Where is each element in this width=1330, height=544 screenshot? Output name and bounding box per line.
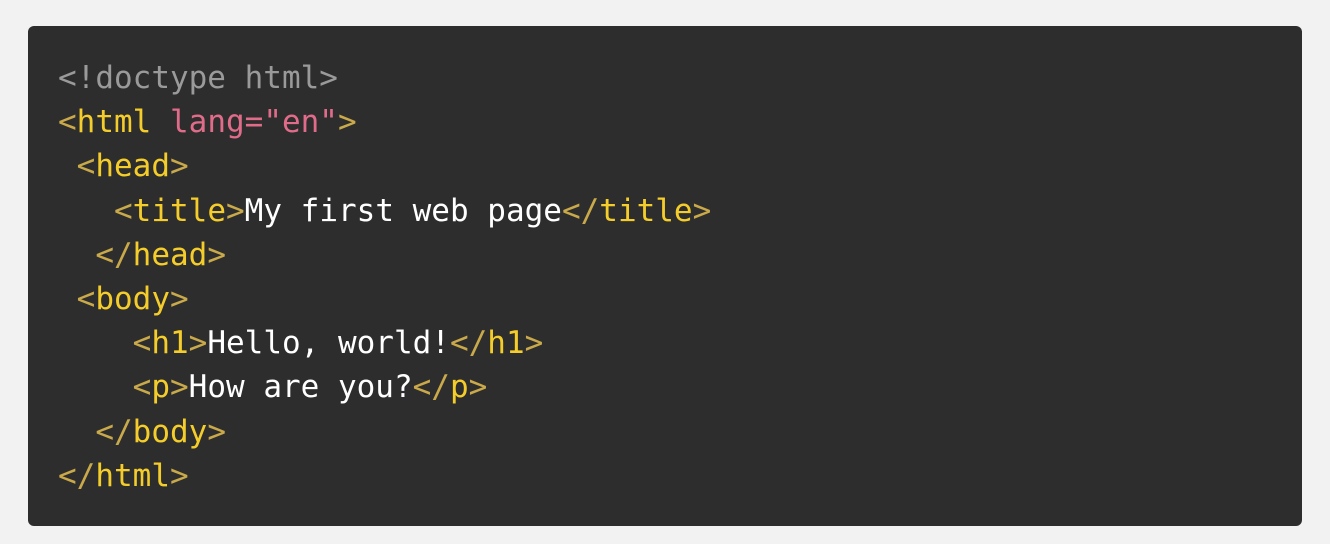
code-line-title: <title>My first web page</title> xyxy=(58,189,711,233)
h1-text: Hello, world! xyxy=(207,325,450,362)
tag-close-bracket: > xyxy=(170,148,189,185)
tag-close-bracket: > xyxy=(207,413,226,450)
tag-open-bracket: </ xyxy=(95,413,133,450)
tag-open-bracket: </ xyxy=(449,325,488,362)
code-line-head-open: <head> xyxy=(58,144,711,188)
tag-open-bracket: </ xyxy=(561,192,600,229)
tag-name-body: body xyxy=(95,280,170,317)
code-line-body-open: <body> xyxy=(58,277,711,321)
tag-close-bracket: > xyxy=(226,192,245,229)
tag-name-p: p xyxy=(151,369,170,406)
tag-name-html: html xyxy=(76,104,152,141)
tag-close-bracket: > xyxy=(169,457,189,494)
code-line-html-close: </html> xyxy=(58,454,711,498)
tag-open-bracket: < xyxy=(132,369,152,406)
tag-name-head-close: head xyxy=(132,236,208,273)
code-line-doctype: <!doctype html> xyxy=(58,56,711,100)
code-block: <!doctype html> <html lang="en"> <head> <… xyxy=(28,26,1302,526)
tag-close-bracket: > xyxy=(170,369,189,406)
attr-spacer xyxy=(151,104,170,140)
tag-name-html-close: html xyxy=(95,457,170,494)
code-line-h1: <h1>Hello, world!</h1> xyxy=(58,321,711,365)
tag-open-bracket: < xyxy=(76,148,96,185)
tag-open-bracket: </ xyxy=(58,457,96,494)
tag-name-body-close: body xyxy=(132,413,208,450)
tag-open-bracket: < xyxy=(58,104,77,141)
tag-close-bracket: > xyxy=(188,325,208,362)
tag-close-bracket: > xyxy=(692,192,712,229)
tag-close-bracket: > xyxy=(337,104,357,141)
tag-name-title: title xyxy=(132,192,226,229)
tag-open-bracket: < xyxy=(132,325,152,362)
attribute-lang: lang="en" xyxy=(170,104,338,141)
tag-close-bracket: > xyxy=(207,236,226,273)
code-line-p: <p>How are you?</p> xyxy=(58,365,711,409)
tag-close-bracket: > xyxy=(170,280,189,317)
tag-name-head: head xyxy=(95,148,170,185)
tag-close-bracket: > xyxy=(468,369,488,406)
code-line-html-open: <html lang="en"> xyxy=(58,100,711,144)
p-text: How are you? xyxy=(188,369,413,406)
code-line-head-close: </head> xyxy=(58,233,711,277)
code-line-body-close: </body> xyxy=(58,410,711,454)
tag-name-title-close: title xyxy=(599,192,693,229)
tag-name-h1: h1 xyxy=(151,325,189,362)
tag-open-bracket: </ xyxy=(95,236,133,273)
title-text: My first web page xyxy=(244,192,562,229)
tag-open-bracket: < xyxy=(76,280,96,317)
tag-name-h1-close: h1 xyxy=(487,325,525,362)
tag-name-p-close: p xyxy=(449,369,469,406)
tag-close-bracket: > xyxy=(524,325,544,362)
code-listing: <!doctype html> <html lang="en"> <head> <… xyxy=(58,56,711,498)
tag-open-bracket: < xyxy=(114,192,133,229)
tag-open-bracket: </ xyxy=(412,369,450,406)
doctype-declaration: <!doctype html> xyxy=(58,60,338,96)
